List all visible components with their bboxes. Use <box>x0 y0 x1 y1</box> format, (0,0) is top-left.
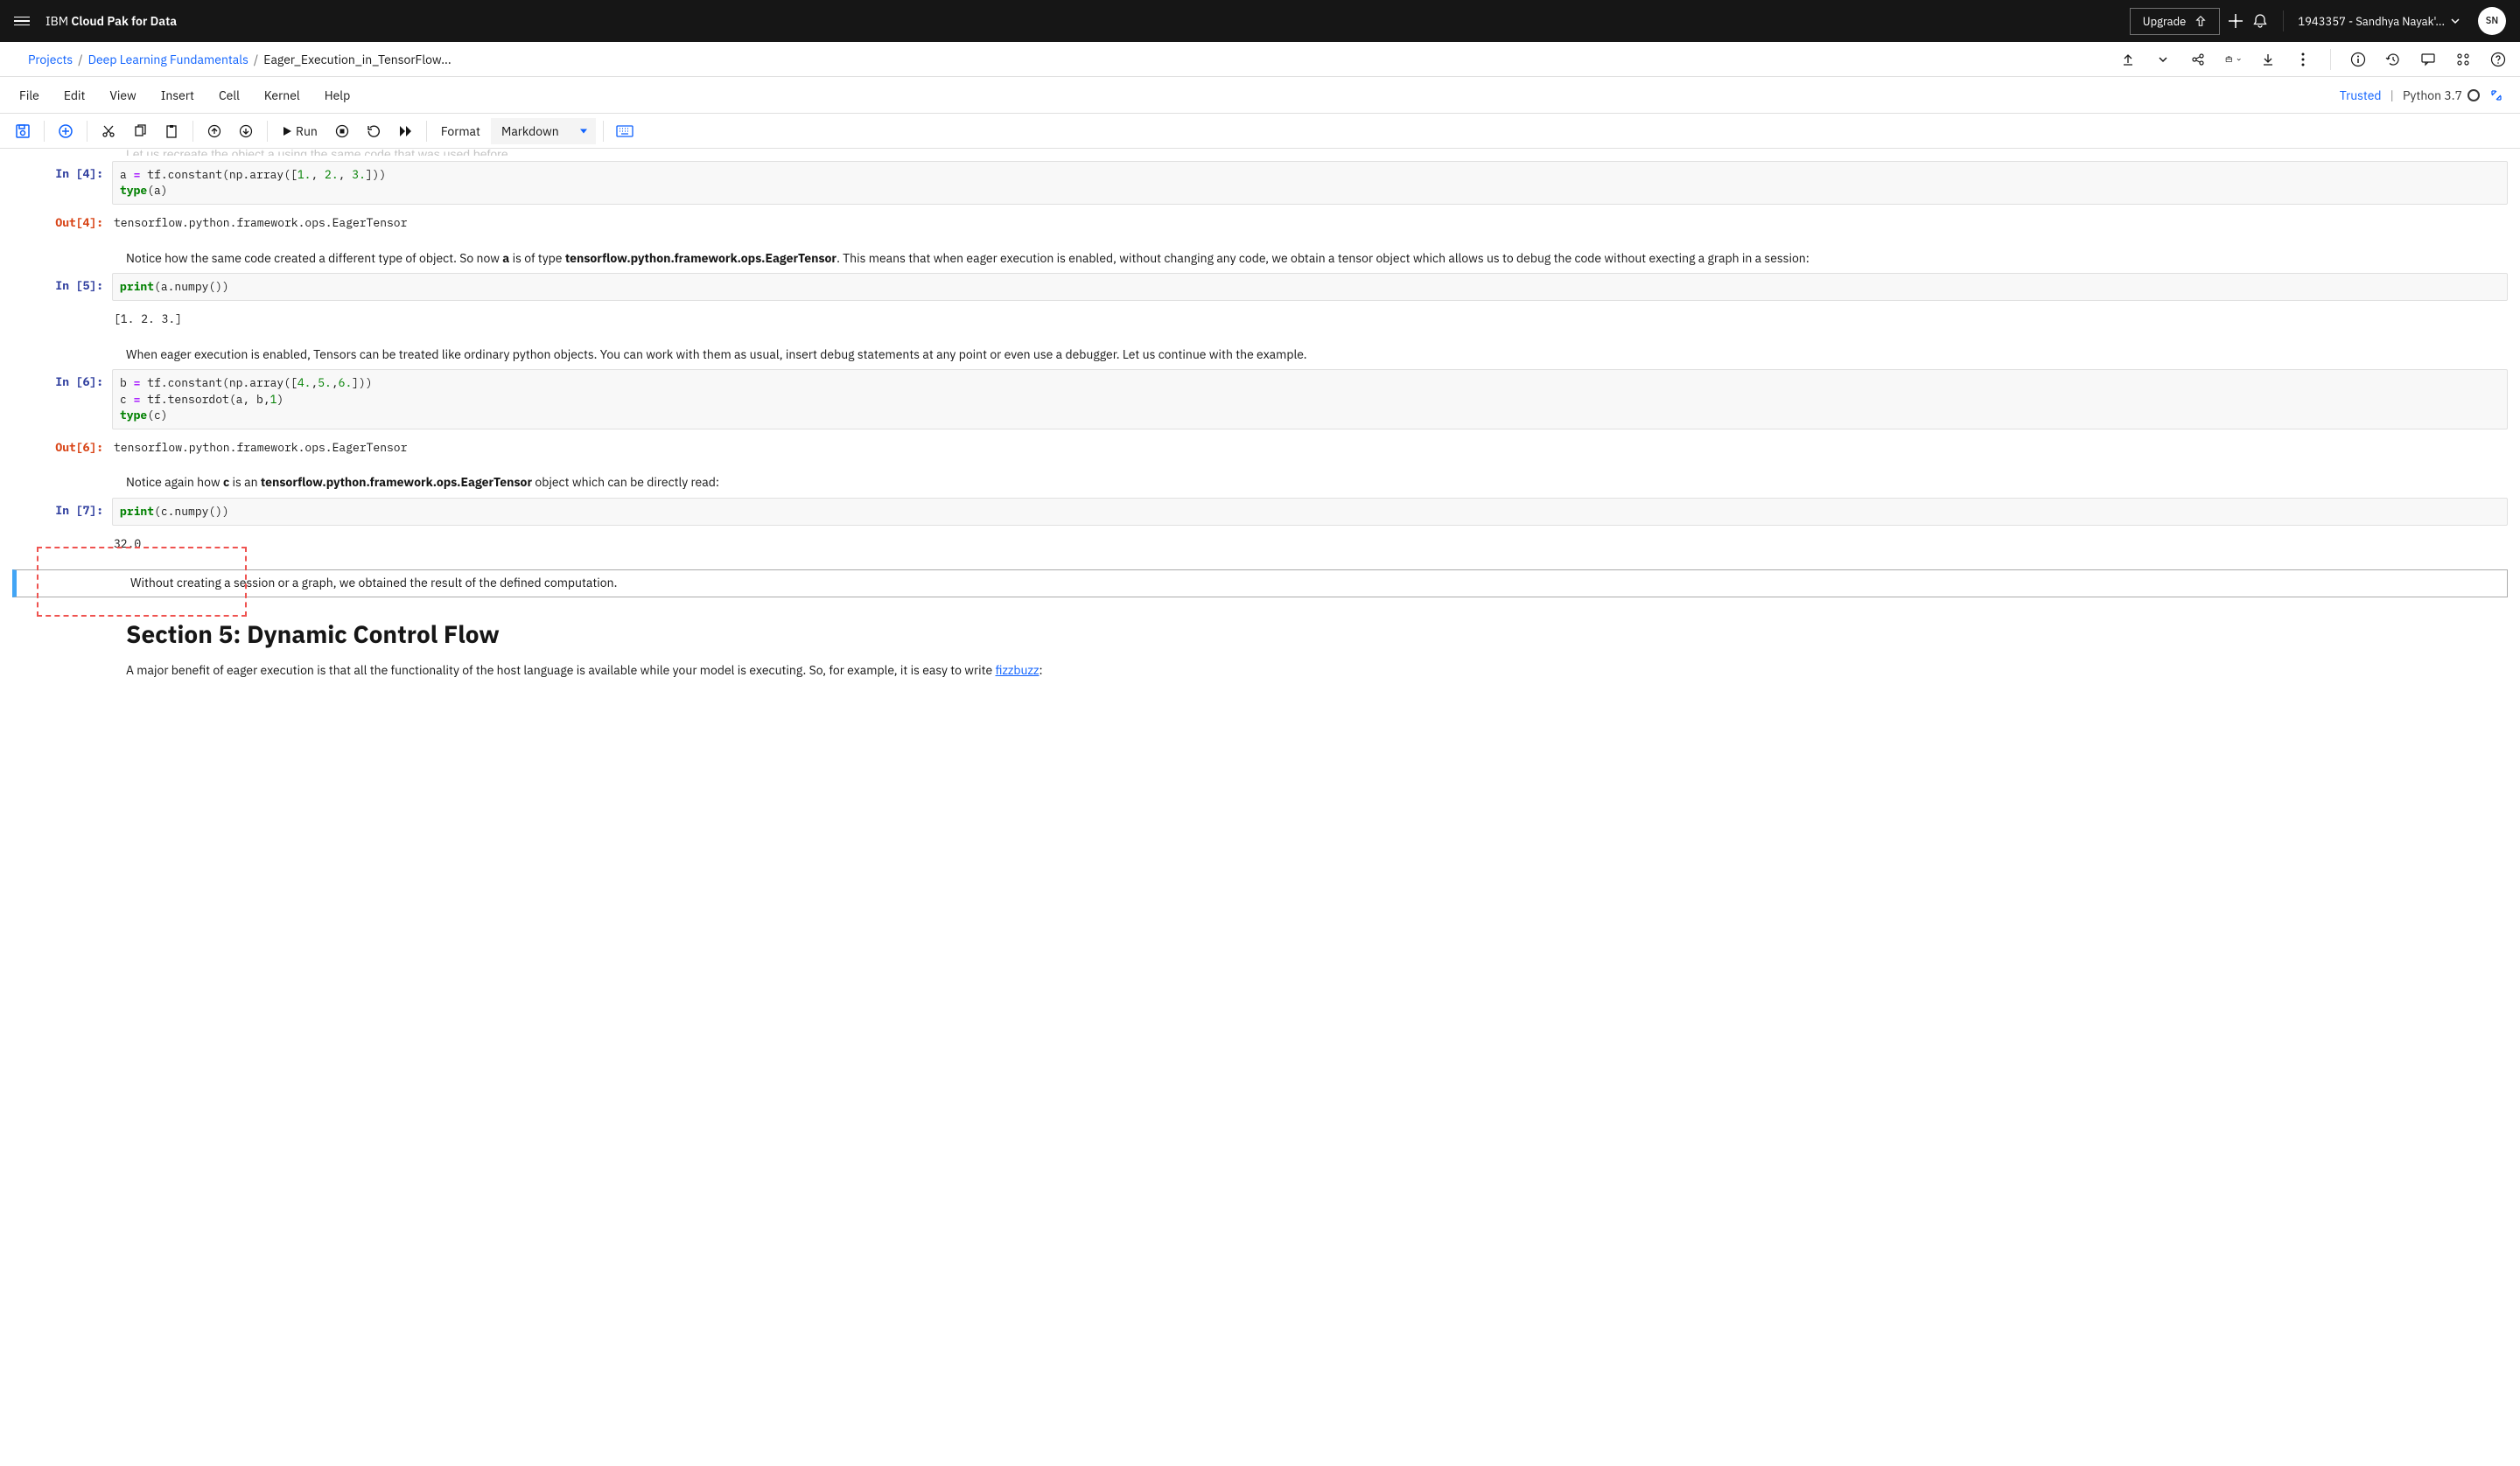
cut-button[interactable] <box>94 117 122 145</box>
cell-type-select[interactable]: Markdown <box>491 118 596 144</box>
markdown-text: A major benefit of eager execution is th… <box>126 661 2490 681</box>
output-content: tensorflow.python.framework.ops.EagerTen… <box>112 210 2508 236</box>
product-name: IBM Cloud Pak for Data <box>46 13 177 29</box>
in-prompt: In [7]: <box>12 498 112 526</box>
paste-button[interactable] <box>158 117 186 145</box>
code-cell[interactable]: In [7]:print(c.numpy()) <box>12 498 2508 526</box>
markdown-cell[interactable]: When eager execution is enabled, Tensors… <box>12 346 2508 365</box>
code-content[interactable]: print(c.numpy()) <box>112 498 2508 526</box>
comments-icon[interactable] <box>2420 52 2436 67</box>
code-content[interactable]: print(a.numpy()) <box>112 273 2508 301</box>
markdown-text: When eager execution is enabled, Tensors… <box>126 346 2490 365</box>
breadcrumb-current: Eager_Execution_in_TensorFlow... <box>263 52 451 67</box>
markdown-cell[interactable]: Notice again how c is an tensorflow.pyth… <box>12 473 2508 492</box>
assets-icon[interactable] <box>2455 52 2471 67</box>
publish-icon[interactable] <box>2120 52 2136 67</box>
stdout-content: [1. 2. 3.] <box>112 306 2508 332</box>
save-button[interactable] <box>9 117 37 145</box>
output-cell: Out[4]:tensorflow.python.framework.ops.E… <box>12 210 2508 236</box>
in-prompt: In [6]: <box>12 369 112 429</box>
interrupt-button[interactable] <box>328 117 356 145</box>
history-icon[interactable] <box>2385 52 2401 67</box>
markdown-text: Notice again how c is an tensorflow.pyth… <box>126 473 2490 492</box>
move-up-button[interactable] <box>200 117 228 145</box>
account-switcher[interactable]: 1943357 - Sandhya Nayak'... <box>2298 14 2460 29</box>
markdown-cell[interactable]: Notice how the same code created a diffe… <box>12 249 2508 269</box>
output-cell: Out[6]:tensorflow.python.framework.ops.E… <box>12 435 2508 461</box>
run-button[interactable]: Run <box>275 117 325 145</box>
help-icon[interactable] <box>2490 52 2506 67</box>
add-cell-button[interactable] <box>52 117 80 145</box>
kernel-indicator[interactable]: Python 3.7 <box>2403 87 2480 103</box>
restart-run-all-button[interactable] <box>391 117 419 145</box>
copy-button[interactable] <box>126 117 154 145</box>
stdout-cell: [1. 2. 3.] <box>12 306 2508 332</box>
info-icon[interactable] <box>2350 52 2366 67</box>
top-header: IBM Cloud Pak for Data Upgrade 1943357 -… <box>0 0 2520 42</box>
code-content[interactable]: a = tf.constant(np.array([1., 2., 3.])) … <box>112 161 2508 205</box>
menu-insert[interactable]: Insert <box>150 82 205 108</box>
markdown-text: Without creating a session or a graph, w… <box>130 574 2489 593</box>
restart-button[interactable] <box>360 117 388 145</box>
markdown-cell[interactable]: Section 5: Dynamic Control Flow A major b… <box>12 615 2508 681</box>
breadcrumb-link[interactable]: Projects <box>28 52 73 67</box>
upgrade-button[interactable]: Upgrade <box>2130 8 2221 35</box>
code-cell[interactable]: In [4]:a = tf.constant(np.array([1., 2.,… <box>12 161 2508 205</box>
sub-header: Projects / Deep Learning Fundamentals / … <box>0 42 2520 77</box>
kebab-menu-icon[interactable] <box>2295 52 2311 67</box>
code-cell[interactable]: In [5]:print(a.numpy()) <box>12 273 2508 301</box>
section-heading: Section 5: Dynamic Control Flow <box>126 615 2490 653</box>
output-content: tensorflow.python.framework.ops.EagerTen… <box>112 435 2508 461</box>
menu-help[interactable]: Help <box>314 82 361 108</box>
partial-cut-text: Let us recreate the object a using the s… <box>126 149 2490 156</box>
breadcrumb-link[interactable]: Deep Learning Fundamentals <box>88 52 248 67</box>
notebook-menubar: FileEditViewInsertCellKernelHelp Trusted… <box>0 77 2520 114</box>
breadcrumb: Projects / Deep Learning Fundamentals / … <box>28 52 452 67</box>
markdown-text: Notice how the same code created a diffe… <box>126 249 2490 269</box>
kernel-status-icon <box>2468 89 2480 101</box>
menu-kernel[interactable]: Kernel <box>254 82 311 108</box>
menu-view[interactable]: View <box>99 82 146 108</box>
out-prompt: Out[6]: <box>12 435 112 461</box>
notebook-body[interactable]: Let us recreate the object a using the s… <box>0 149 2520 733</box>
jobs-icon[interactable] <box>2225 52 2241 67</box>
notebook-toolbar: Run Format Markdown <box>0 114 2520 149</box>
guide-icon[interactable] <box>2227 12 2244 30</box>
chevron-down-icon[interactable] <box>2155 52 2171 67</box>
code-cell[interactable]: In [6]:b = tf.constant(np.array([4.,5.,6… <box>12 369 2508 429</box>
notifications-icon[interactable] <box>2251 12 2269 30</box>
chevron-down-icon <box>2450 16 2460 26</box>
share-icon[interactable] <box>2190 52 2206 67</box>
menu-cell[interactable]: Cell <box>208 82 250 108</box>
play-icon <box>282 126 292 136</box>
stdout-content: 32.0 <box>112 531 2508 557</box>
menu-edit[interactable]: Edit <box>53 82 96 108</box>
keyboard-icon[interactable] <box>611 117 639 145</box>
upgrade-arrow-icon <box>2194 15 2207 27</box>
menu-file[interactable]: File <box>9 82 50 108</box>
download-icon[interactable] <box>2260 52 2276 67</box>
in-prompt: In [4]: <box>12 161 112 205</box>
code-content[interactable]: b = tf.constant(np.array([4.,5.,6.])) c … <box>112 369 2508 429</box>
trusted-indicator[interactable]: Trusted <box>2340 87 2382 103</box>
expand-icon[interactable] <box>2488 87 2504 103</box>
out-prompt: Out[4]: <box>12 210 112 236</box>
in-prompt: In [5]: <box>12 273 112 301</box>
avatar[interactable]: SN <box>2478 7 2506 35</box>
hamburger-menu-icon[interactable] <box>14 12 32 30</box>
format-label: Format <box>434 123 487 139</box>
markdown-cell[interactable]: Without creating a session or a graph, w… <box>12 569 2508 597</box>
move-down-button[interactable] <box>232 117 260 145</box>
stdout-cell: 32.0 <box>12 531 2508 557</box>
